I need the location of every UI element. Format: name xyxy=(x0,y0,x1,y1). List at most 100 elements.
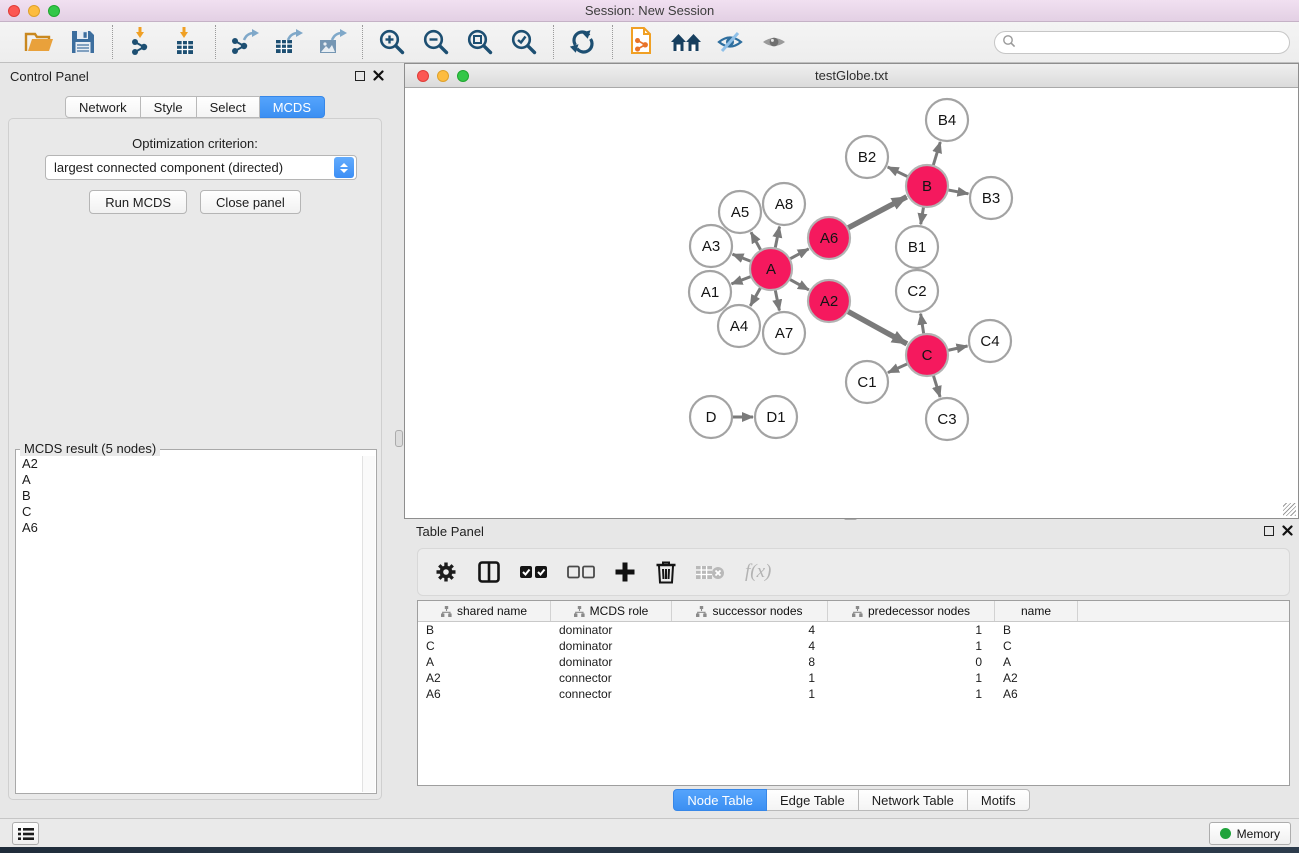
cell[interactable]: A xyxy=(418,654,551,670)
tab-style[interactable]: Style xyxy=(141,96,197,118)
node-D1[interactable]: D1 xyxy=(755,396,797,438)
zoom-selected-icon[interactable] xyxy=(507,25,541,59)
column-header-predecessor-nodes[interactable]: predecessor nodes xyxy=(828,601,995,621)
zoom-in-icon[interactable] xyxy=(375,25,409,59)
vertical-split-handle[interactable] xyxy=(395,430,403,447)
cell[interactable]: B xyxy=(418,622,551,638)
cell[interactable]: 8 xyxy=(672,654,828,670)
cell[interactable]: 1 xyxy=(828,670,995,686)
criterion-dropdown[interactable]: largest connected component (directed) xyxy=(45,155,357,180)
node-A6[interactable]: A6 xyxy=(808,217,850,259)
node-C[interactable]: C xyxy=(906,334,948,376)
close-window-button[interactable] xyxy=(8,5,20,17)
cell[interactable]: 1 xyxy=(828,686,995,702)
result-item-b[interactable]: B xyxy=(16,488,362,504)
close-panel-icon[interactable] xyxy=(373,70,384,81)
table-row-a2[interactable]: A2connector11A2 xyxy=(418,670,1289,686)
node-A3[interactable]: A3 xyxy=(690,225,732,267)
node-A8[interactable]: A8 xyxy=(763,183,805,225)
cell[interactable]: C xyxy=(418,638,551,654)
float-panel-icon[interactable] xyxy=(355,71,365,81)
node-C2[interactable]: C2 xyxy=(896,270,938,312)
cell[interactable]: 1 xyxy=(828,638,995,654)
hide-graphics-details-icon[interactable] xyxy=(713,25,747,59)
node-C4[interactable]: C4 xyxy=(969,320,1011,362)
result-item-a6[interactable]: A6 xyxy=(16,520,362,536)
node-B2[interactable]: B2 xyxy=(846,136,888,178)
cell[interactable]: connector xyxy=(551,686,672,702)
delete-row-icon[interactable] xyxy=(655,560,677,584)
import-network-icon[interactable] xyxy=(125,25,159,59)
search-input[interactable] xyxy=(1016,34,1289,52)
cell[interactable]: A6 xyxy=(418,686,551,702)
select-all-rows-icon[interactable] xyxy=(520,565,548,579)
node-A2[interactable]: A2 xyxy=(808,280,850,322)
home-icon[interactable] xyxy=(669,25,703,59)
cell[interactable]: dominator xyxy=(551,638,672,654)
tab-motifs[interactable]: Motifs xyxy=(968,789,1030,811)
export-table-icon[interactable] xyxy=(272,25,306,59)
save-session-icon[interactable] xyxy=(66,25,100,59)
tab-edge-table[interactable]: Edge Table xyxy=(767,789,859,811)
column-header-name[interactable]: name xyxy=(995,601,1078,621)
show-graphics-details-icon[interactable] xyxy=(757,25,791,59)
node-B1[interactable]: B1 xyxy=(896,226,938,268)
tab-network[interactable]: Network xyxy=(65,96,141,118)
cell[interactable]: B xyxy=(995,622,1078,638)
minimize-window-button[interactable] xyxy=(28,5,40,17)
cell[interactable]: 1 xyxy=(672,686,828,702)
node-C1[interactable]: C1 xyxy=(846,361,888,403)
close-panel-button[interactable]: Close panel xyxy=(200,190,301,214)
tab-mcds[interactable]: MCDS xyxy=(260,96,325,118)
add-row-icon[interactable] xyxy=(614,561,636,583)
node-A1[interactable]: A1 xyxy=(689,271,731,313)
open-session-icon[interactable] xyxy=(22,25,56,59)
tab-node-table[interactable]: Node Table xyxy=(673,789,767,811)
cell[interactable]: dominator xyxy=(551,654,672,670)
result-item-a[interactable]: A xyxy=(16,472,362,488)
result-item-a2[interactable]: A2 xyxy=(16,456,362,472)
table-row-c[interactable]: Cdominator41C xyxy=(418,638,1289,654)
column-visibility-icon[interactable] xyxy=(477,560,501,584)
tab-select[interactable]: Select xyxy=(197,96,260,118)
network-from-document-icon[interactable] xyxy=(625,25,659,59)
cell[interactable]: A2 xyxy=(995,670,1078,686)
zoom-out-icon[interactable] xyxy=(419,25,453,59)
memory-button[interactable]: Memory xyxy=(1209,822,1291,845)
cell[interactable]: A6 xyxy=(995,686,1078,702)
column-header-successor-nodes[interactable]: successor nodes xyxy=(672,601,828,621)
column-header-MCDS-role[interactable]: MCDS role xyxy=(551,601,672,621)
cell[interactable]: dominator xyxy=(551,622,672,638)
zoom-fit-icon[interactable] xyxy=(463,25,497,59)
deselect-all-rows-icon[interactable] xyxy=(567,565,595,579)
node-B4[interactable]: B4 xyxy=(926,99,968,141)
table-row-a[interactable]: Adominator80A xyxy=(418,654,1289,670)
cell[interactable]: 1 xyxy=(828,622,995,638)
table-row-b[interactable]: Bdominator41B xyxy=(418,622,1289,638)
table-settings-icon[interactable] xyxy=(434,560,458,584)
task-history-button[interactable] xyxy=(12,822,39,845)
run-mcds-button[interactable]: Run MCDS xyxy=(89,190,187,214)
import-table-icon[interactable] xyxy=(169,25,203,59)
cell[interactable]: 4 xyxy=(672,638,828,654)
zoom-window-button[interactable] xyxy=(48,5,60,17)
column-header-shared-name[interactable]: shared name xyxy=(418,601,551,621)
cell[interactable]: 4 xyxy=(672,622,828,638)
window-resize-grip[interactable] xyxy=(1283,503,1296,516)
node-A[interactable]: A xyxy=(750,248,792,290)
node-A5[interactable]: A5 xyxy=(719,191,761,233)
network-graph[interactable]: B4B2BB3A5A8A6B1A3AA1C2A2A4A7CC4C1C3DD1 xyxy=(405,88,1298,518)
net-close-button[interactable] xyxy=(417,70,429,82)
cell[interactable]: connector xyxy=(551,670,672,686)
cell[interactable]: A xyxy=(995,654,1078,670)
node-B3[interactable]: B3 xyxy=(970,177,1012,219)
net-minimize-button[interactable] xyxy=(437,70,449,82)
node-A7[interactable]: A7 xyxy=(763,312,805,354)
node-A4[interactable]: A4 xyxy=(718,305,760,347)
tab-network-table[interactable]: Network Table xyxy=(859,789,968,811)
search-field[interactable] xyxy=(994,31,1290,54)
node-D[interactable]: D xyxy=(690,396,732,438)
node-B[interactable]: B xyxy=(906,165,948,207)
cell[interactable]: 0 xyxy=(828,654,995,670)
cell[interactable]: 1 xyxy=(672,670,828,686)
